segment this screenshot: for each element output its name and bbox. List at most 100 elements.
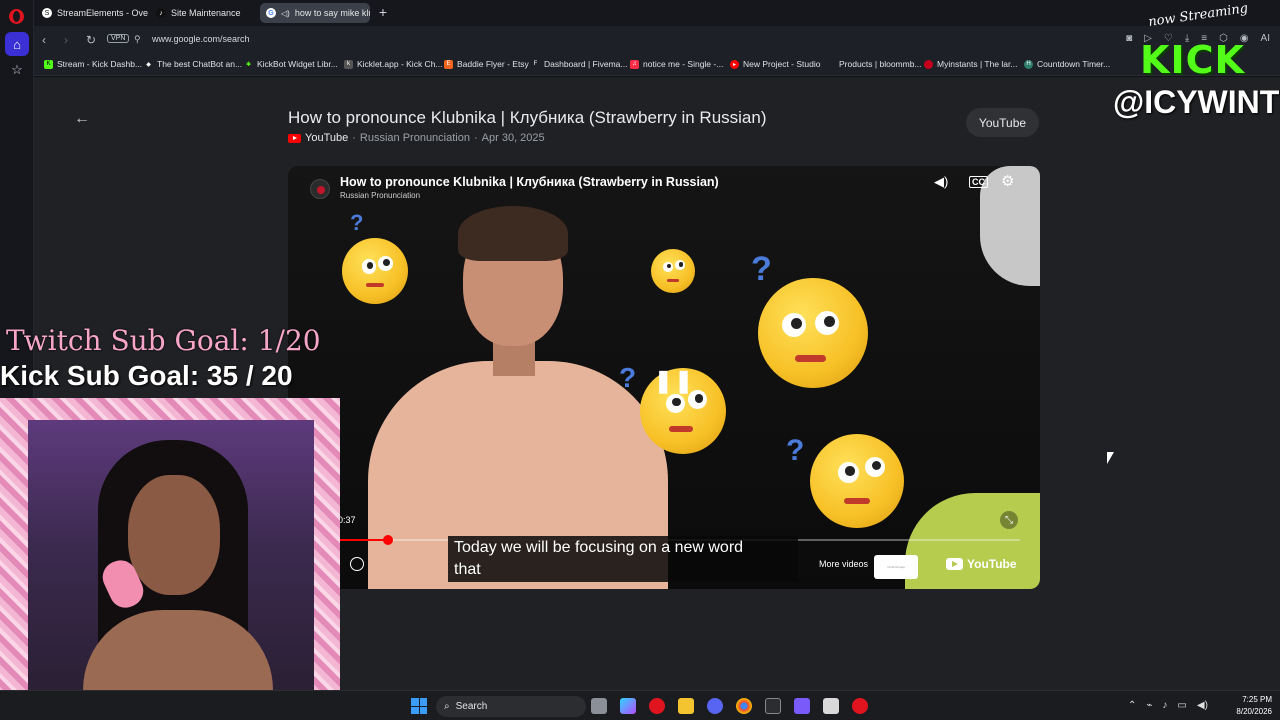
url-field[interactable]: www.google.com/search — [152, 34, 250, 44]
video-player[interactable]: ? ? ? ? How to pronounce Klubnika | Клуб… — [288, 166, 1040, 589]
discord-icon[interactable] — [707, 698, 723, 714]
bookmark-item[interactable]: ▸ New Project - Studio — [730, 59, 820, 69]
youtube-icon — [288, 133, 301, 143]
bookmark-item[interactable]: ✱ KickBot Widget Libr... — [244, 59, 338, 69]
mouse-cursor-icon — [1107, 452, 1114, 464]
tab-label: Site Maintenance — [171, 8, 241, 18]
home-icon[interactable]: ⌂ — [5, 32, 29, 56]
taskbar-search[interactable]: ⌕ Search — [436, 696, 586, 717]
bookmark-item[interactable]: k Kicklet.app - Kick Ch... — [344, 59, 443, 69]
channel-avatar[interactable] — [310, 179, 330, 199]
bookmark-item[interactable]: Products | bloommb... — [826, 59, 922, 69]
tab-label: how to say mike klubn — [294, 8, 370, 18]
music-icon: ♫ — [630, 59, 639, 69]
tab-site-maintenance[interactable]: ♪ Site Maintenance — [150, 3, 260, 23]
bookmark-item[interactable]: ♫ notice me - Single -... — [630, 59, 723, 69]
capcut-icon[interactable] — [765, 698, 781, 714]
bookmark-item[interactable]: ◆ The best ChatBot an... — [144, 59, 242, 69]
captions-icon[interactable]: CC — [969, 176, 988, 188]
youtube-studio-icon: ▸ — [730, 59, 739, 69]
youtube-logo[interactable]: YouTube — [946, 557, 1017, 571]
bookmark-item[interactable]: K Stream - Kick Dashb... — [44, 59, 142, 69]
thinking-emoji — [758, 278, 868, 388]
system-tray: ⌃ ⌁ ♪ ▭ ◀) — [1128, 700, 1208, 711]
bookmark-label: Stream - Kick Dashb... — [57, 59, 143, 69]
open-youtube-button[interactable]: YouTube — [966, 108, 1039, 137]
more-videos-thumbnail[interactable]: Clubnichnaja — [874, 555, 918, 579]
app-grid-icon[interactable] — [794, 698, 810, 714]
vpn-badge[interactable]: VPN — [107, 34, 130, 43]
more-videos-label[interactable]: More videos — [819, 559, 868, 569]
source-date: Apr 30, 2025 — [481, 132, 545, 144]
app-icon[interactable] — [649, 698, 665, 714]
forward-icon[interactable]: › — [64, 33, 68, 47]
kick-logo: KICK — [1140, 38, 1245, 82]
copilot-icon[interactable] — [620, 698, 636, 714]
bookmark-label: Products | bloommb... — [839, 59, 922, 69]
result-title[interactable]: How to pronounce Klubnika | Клубника (St… — [288, 108, 767, 128]
reload-icon[interactable]: ↻ — [86, 33, 96, 47]
chatbot-icon: ◆ — [146, 61, 151, 68]
bookmark-label: Countdown Timer... — [1037, 59, 1111, 69]
decorative-blob — [905, 493, 1040, 589]
new-tab-button[interactable]: + — [375, 4, 391, 20]
taskbar-clock[interactable]: 7:25 PM 8/20/2026 — [1226, 694, 1272, 718]
player-title[interactable]: How to pronounce Klubnika | Клубника (St… — [340, 175, 719, 189]
expand-icon[interactable]: ⤡ — [1000, 511, 1018, 529]
streamer-handle: @ICYWINTRR — [1113, 84, 1280, 120]
clock-date: 8/20/2026 — [1236, 707, 1272, 716]
star-icon[interactable]: ☆ — [5, 58, 29, 82]
bookmark-item[interactable]: E Baddie Flyer - Etsy — [444, 59, 529, 69]
ai-icon[interactable]: AI — [1261, 33, 1270, 44]
source-site[interactable]: YouTube — [305, 132, 348, 144]
windows-start-icon[interactable] — [411, 698, 427, 714]
progress-scrubber[interactable] — [382, 535, 393, 545]
watch-later-icon[interactable] — [350, 557, 364, 571]
source-channel[interactable]: Russian Pronunciation — [360, 132, 470, 144]
back-icon[interactable]: ‹ — [42, 33, 46, 47]
myinstants-icon — [924, 59, 933, 69]
tab-google-search[interactable]: G ◁) how to say mike klubn — [260, 3, 370, 23]
opera-logo-icon[interactable] — [9, 9, 24, 24]
thinking-emoji — [810, 434, 904, 528]
bookmark-item[interactable]: H Countdown Timer... — [1024, 59, 1110, 69]
bookmark-item[interactable]: F Dashboard | Fivema... — [531, 59, 628, 69]
webcam-feed — [28, 420, 314, 695]
bookmarks-bar: K Stream - Kick Dashb... ◆ The best ChatBo… — [34, 54, 1280, 76]
speaker-icon[interactable]: ◁) — [281, 9, 290, 18]
tab-label: StreamElements - Overlay — [57, 8, 148, 18]
result-source: YouTube · Russian Pronunciation · Apr 30… — [288, 132, 545, 144]
bookmark-label: Kicklet.app - Kick Ch... — [357, 59, 443, 69]
back-arrow-icon[interactable]: ← — [74, 110, 90, 128]
youtube-play-icon — [946, 558, 963, 570]
notepad-icon[interactable] — [823, 698, 839, 714]
streamelements-icon: S — [42, 8, 52, 18]
settings-gear-icon[interactable]: ⚙ — [1001, 172, 1014, 190]
address-bar: ‹ › ↻ VPN ⚲ www.google.com/search ◙ ▷ ♡ … — [34, 26, 1280, 54]
chrome-icon[interactable] — [736, 698, 752, 714]
task-view-icon[interactable] — [591, 698, 607, 714]
camera-icon[interactable]: ◙ — [1126, 33, 1132, 44]
volume-icon[interactable]: ◀) — [934, 174, 948, 190]
opera-icon[interactable] — [852, 698, 868, 714]
source-separator: · — [473, 132, 478, 144]
mic-icon[interactable]: ♪ — [1162, 700, 1167, 711]
kickbot-icon: ✱ — [245, 61, 252, 68]
question-mark: ? — [751, 250, 772, 288]
fivem-icon: F — [533, 61, 538, 67]
pause-icon[interactable]: ❚❚ — [654, 368, 695, 394]
chevron-up-icon[interactable]: ⌃ — [1128, 700, 1136, 711]
twitch-sub-goal: Twitch Sub Goal: 1/20 — [6, 324, 321, 357]
thinking-emoji — [342, 238, 408, 304]
search-icon: ⌕ — [444, 701, 450, 712]
site-info-icon[interactable]: ⚲ — [134, 34, 141, 45]
bookmark-label: Dashboard | Fivema... — [544, 59, 628, 69]
tab-streamelements[interactable]: S StreamElements - Overlay — [36, 3, 148, 23]
file-explorer-icon[interactable] — [678, 698, 694, 714]
display-icon[interactable]: ▭ — [1177, 700, 1186, 711]
products-icon — [826, 60, 835, 69]
player-channel[interactable]: Russian Pronunciation — [340, 191, 420, 200]
volume-icon[interactable]: ◀) — [1197, 700, 1208, 711]
bookmark-item[interactable]: Myinstants | The lar... — [924, 59, 1017, 69]
network-icon[interactable]: ⌁ — [1146, 700, 1152, 711]
